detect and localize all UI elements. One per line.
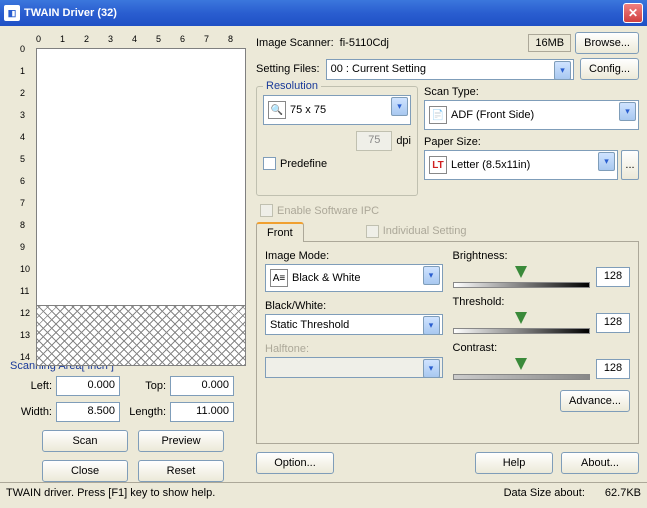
- enable-ipc-checkbox: Enable Software IPC: [260, 204, 639, 217]
- adf-icon: 📄: [429, 106, 447, 124]
- top-label: Top:: [124, 380, 166, 392]
- individual-setting-checkbox: Individual Setting: [366, 225, 467, 238]
- help-button[interactable]: Help: [475, 452, 553, 474]
- threshold-value[interactable]: 128: [596, 313, 630, 333]
- papersize-more-button[interactable]: ...: [621, 150, 639, 180]
- window-title: TWAIN Driver (32): [24, 7, 117, 19]
- contrast-slider[interactable]: [453, 356, 591, 382]
- app-icon: ◧: [4, 5, 20, 21]
- resolution-select[interactable]: 🔍 75 x 75: [263, 95, 411, 125]
- statusbar: TWAIN driver. Press [F1] key to show hel…: [0, 482, 647, 502]
- scantype-select[interactable]: 📄 ADF (Front Side): [424, 100, 639, 130]
- browse-button[interactable]: Browse...: [575, 32, 639, 54]
- scanner-label: Image Scanner:: [256, 37, 334, 49]
- halftone-select: [265, 357, 443, 378]
- datasize-label: Data Size about:: [504, 487, 585, 499]
- left-label: Left:: [14, 380, 52, 392]
- ruler-horizontal: 012345678: [36, 32, 248, 48]
- dpi-label: dpi: [396, 135, 411, 147]
- imagemode-label: Image Mode:: [265, 250, 443, 262]
- config-button[interactable]: Config...: [580, 58, 639, 80]
- halftone-label: Halftone:: [265, 343, 443, 355]
- papersize-label: Paper Size:: [424, 136, 639, 148]
- advance-button[interactable]: Advance...: [560, 390, 630, 412]
- brightness-slider[interactable]: [453, 264, 591, 290]
- status-text: TWAIN driver. Press [F1] key to show hel…: [6, 487, 215, 499]
- top-input[interactable]: 0.000: [170, 376, 234, 396]
- imagemode-select[interactable]: A≡ Black & White: [265, 264, 443, 292]
- scan-button[interactable]: Scan: [42, 430, 128, 452]
- about-button[interactable]: About...: [561, 452, 639, 474]
- threshold-slider[interactable]: [453, 310, 591, 336]
- setting-files-label: Setting Files:: [256, 63, 320, 75]
- contrast-label: Contrast:: [453, 342, 631, 354]
- datasize-value: 62.7KB: [605, 487, 641, 499]
- width-input[interactable]: 8.500: [56, 402, 120, 422]
- dpi-input: 75: [356, 131, 392, 151]
- close-button[interactable]: Close: [42, 460, 128, 482]
- reset-button[interactable]: Reset: [138, 460, 224, 482]
- threshold-label: Threshold:: [453, 296, 631, 308]
- brightness-value[interactable]: 128: [596, 267, 630, 287]
- letter-icon: LT: [429, 156, 447, 174]
- resolution-legend: Resolution: [263, 80, 321, 92]
- setting-files-select[interactable]: 00 : Current Setting: [326, 59, 574, 80]
- magnifier-icon: 🔍: [268, 101, 286, 119]
- length-label: Length:: [124, 406, 166, 418]
- memory-display: 16MB: [528, 34, 571, 52]
- brightness-label: Brightness:: [453, 250, 631, 262]
- width-label: Width:: [14, 406, 52, 418]
- preview-area: 012345678 01234567891011121314: [8, 32, 250, 356]
- blackwhite-select[interactable]: Static Threshold: [265, 314, 443, 335]
- ruler-vertical: 01234567891011121314: [8, 48, 36, 368]
- preview-button[interactable]: Preview: [138, 430, 224, 452]
- tab-front[interactable]: Front: [256, 222, 304, 242]
- hatch-area: [37, 305, 245, 365]
- text-icon: A≡: [270, 269, 288, 287]
- preview-canvas[interactable]: [36, 48, 246, 366]
- contrast-value[interactable]: 128: [596, 359, 630, 379]
- close-icon[interactable]: ✕: [623, 3, 643, 23]
- predefine-checkbox[interactable]: Predefine: [263, 157, 411, 170]
- left-input[interactable]: 0.000: [56, 376, 120, 396]
- length-input[interactable]: 11.000: [170, 402, 234, 422]
- option-button[interactable]: Option...: [256, 452, 334, 474]
- blackwhite-label: Black/White:: [265, 300, 443, 312]
- titlebar: ◧ TWAIN Driver (32) ✕: [0, 0, 647, 26]
- scanner-value: fi-5110Cdj: [340, 37, 389, 49]
- scantype-label: Scan Type:: [424, 86, 639, 98]
- papersize-select[interactable]: LT Letter (8.5x11in): [424, 150, 618, 180]
